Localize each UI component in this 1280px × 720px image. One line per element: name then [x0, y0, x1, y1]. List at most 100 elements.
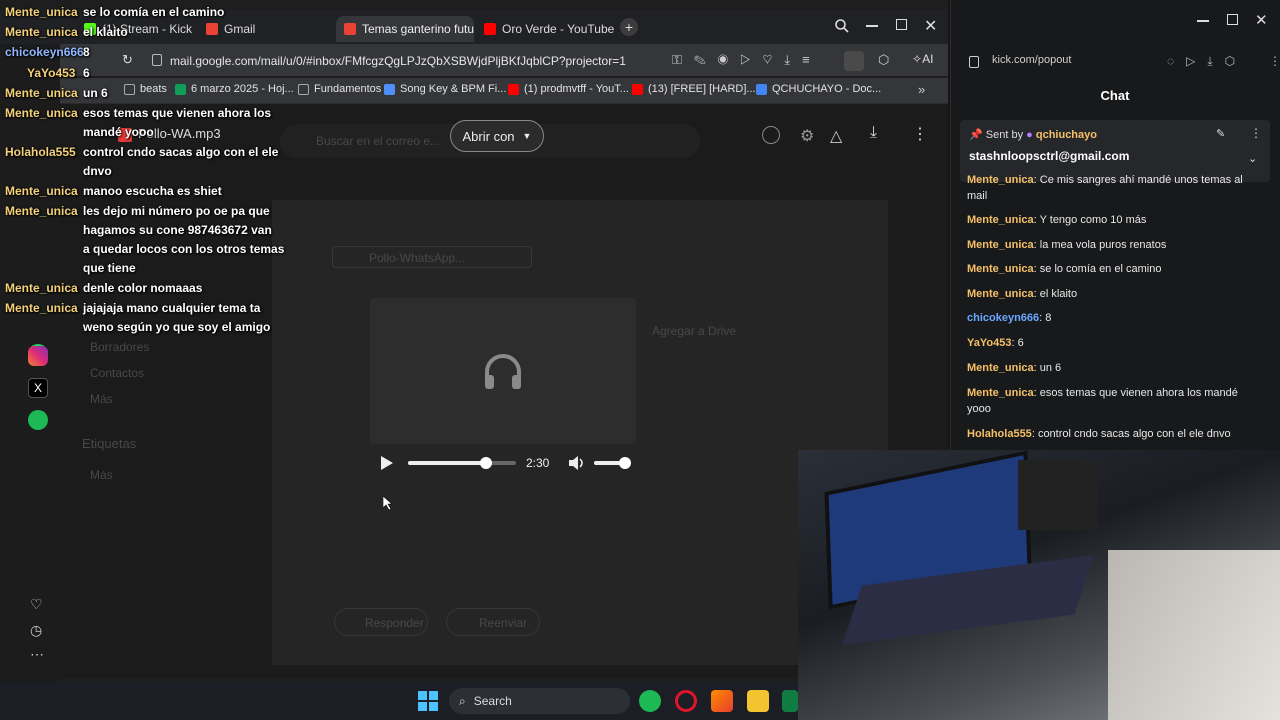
- more-bookmarks-icon[interactable]: »: [918, 82, 925, 97]
- open-with-label: Abrir con: [462, 128, 515, 144]
- bookmark-label: (1) prodmvtff - YouT...: [524, 83, 629, 95]
- bookmark-fundamentos[interactable]: Fundamentos: [298, 83, 381, 95]
- chat-message: chicokeyn666: 8: [967, 312, 1052, 324]
- heart-icon[interactable]: ♡: [30, 596, 43, 613]
- volume-icon[interactable]: [568, 455, 586, 471]
- spotify-icon[interactable]: [28, 410, 48, 430]
- add-to-drive-icon[interactable]: △: [830, 126, 842, 146]
- instagram-icon[interactable]: [28, 346, 48, 366]
- windows-start-icon[interactable]: [418, 691, 438, 711]
- overlay-text: que tiene: [83, 261, 136, 275]
- overlay-text: el klaito: [83, 25, 128, 39]
- mouse-cursor: [383, 496, 393, 510]
- overlay-user: Mente_unica: [5, 281, 78, 295]
- chat-user: Mente_unica: [967, 362, 1034, 374]
- more-icon[interactable]: ⋯: [30, 646, 44, 663]
- overlay-user: Mente_unica: [5, 184, 78, 198]
- kick-url[interactable]: kick.com/popout: [992, 54, 1071, 66]
- bookmark-songkey[interactable]: Song Key & BPM Fi...: [384, 83, 506, 95]
- play-icon[interactable]: [380, 455, 394, 471]
- overlay-message: Mente_unica: [5, 301, 78, 315]
- headphones-icon: [482, 350, 524, 392]
- chevron-down-icon[interactable]: ⌄: [1248, 152, 1257, 165]
- volume-slider[interactable]: [594, 457, 631, 469]
- chat-title: Chat: [1100, 88, 1130, 103]
- chat-text: Y tengo como 10 más: [1039, 214, 1147, 226]
- overlay-text: denle color nomaaas: [83, 281, 203, 295]
- pinned-header: 📌 Sent by ● qchiuchayo: [969, 128, 1097, 141]
- tab-youtube[interactable]: Oro Verde - YouTube: [476, 16, 614, 42]
- chat-message: Mente_unica: un 6: [967, 362, 1062, 374]
- bookmark-label: (13) [FREE] [HARD]...: [648, 83, 756, 95]
- open-with-button[interactable]: Abrir con ▼: [450, 120, 544, 152]
- bookmark-prodmvtff[interactable]: (1) prodmvtff - YouT...: [508, 83, 629, 95]
- search-tabs-icon[interactable]: [834, 18, 850, 34]
- opera-taskbar-icon[interactable]: [675, 690, 697, 712]
- docs-icon: [756, 83, 767, 95]
- overlay-text: hagamos su cone 987463672 van: [83, 223, 272, 237]
- taskbar-search[interactable]: ⌕ Search: [449, 688, 630, 714]
- volume-handle[interactable]: [618, 457, 631, 469]
- chat-text: Ce mis sangres ahí mandé unos temas al: [1039, 174, 1243, 186]
- chat-user: Mente_unica: [967, 174, 1034, 186]
- file-explorer-taskbar-icon[interactable]: [747, 690, 769, 712]
- chat-text: 6: [1017, 337, 1024, 349]
- history-icon[interactable]: ◷: [30, 622, 42, 639]
- tab-label: Oro Verde - YouTube: [502, 22, 614, 36]
- download-icon[interactable]: ⤓: [870, 124, 877, 142]
- chat-message: Mente_unica: Y tengo como 10 más: [967, 214, 1147, 226]
- minimize-icon[interactable]: [866, 25, 878, 27]
- overlay-user: YaYo453: [27, 66, 76, 80]
- x-icon[interactable]: X: [28, 378, 48, 398]
- spotify-taskbar-icon[interactable]: [639, 690, 661, 712]
- overlay-text: mandé yooo: [83, 125, 154, 139]
- dropdown-arrow-icon: ▼: [522, 131, 532, 141]
- fl-studio-taskbar-icon[interactable]: [711, 690, 733, 712]
- seek-fill: [408, 461, 486, 465]
- kick-toolbar-icons[interactable]: ◌▷⤓⬡: [1167, 54, 1247, 69]
- overlay-message: Mente_unica: [5, 106, 78, 120]
- overlay-text: manoo escucha es shiet: [83, 184, 222, 198]
- chat-text: el klaito: [1039, 288, 1078, 300]
- bookmark-qchuchayo[interactable]: QCHUCHAYO - Doc...: [756, 83, 881, 95]
- close-icon[interactable]: ✕: [1255, 11, 1268, 29]
- new-tab-icon[interactable]: +: [620, 18, 638, 36]
- overlay-text: jajajaja mano cualquier tema ta: [83, 301, 261, 315]
- overlay-user: Mente_unica: [5, 106, 78, 120]
- taskbar-search-label: Search: [473, 694, 512, 708]
- overlay-text: esos temas que vienen ahora los: [83, 106, 272, 120]
- webcam-feed: [798, 450, 1280, 720]
- excel-taskbar-icon[interactable]: [782, 690, 798, 712]
- ai-button[interactable]: ✧AI: [912, 52, 933, 66]
- seek-bar[interactable]: [408, 457, 516, 469]
- chat-text: control cndo sacas algo con el ele dnvo: [1037, 428, 1231, 440]
- chat-text: 8: [1045, 312, 1052, 324]
- tab-temas[interactable]: Temas ganterino futuros: [336, 16, 474, 42]
- more-options-icon[interactable]: ⋮: [912, 124, 928, 144]
- overlay-user: Mente_unica: [5, 204, 78, 218]
- overlay-text: weno según yo que soy el amigo: [83, 320, 271, 334]
- more-options-icon[interactable]: ⋮: [1269, 54, 1280, 68]
- pinned-text: stashnloopsctrl@gmail.com: [969, 149, 1130, 163]
- chat-user: chicokeyn666: [967, 312, 1040, 324]
- overlay-text: a quedar locos con los otros temas: [83, 242, 285, 256]
- maximize-icon[interactable]: [896, 19, 907, 30]
- help-icon[interactable]: [762, 126, 780, 144]
- minimize-icon[interactable]: [1197, 20, 1209, 22]
- toolbar-extension-icons[interactable]: ⚿✎◉▷♡⤓≡: [672, 52, 822, 68]
- extension-cube-icon[interactable]: ⬡: [878, 52, 889, 68]
- chat-text: yooo: [967, 403, 991, 415]
- pinned-more-icon[interactable]: ⋮: [1250, 126, 1262, 140]
- unpin-icon[interactable]: ✎: [1216, 127, 1225, 140]
- close-icon[interactable]: ✕: [924, 16, 937, 36]
- tab-label: Temas ganterino futuros: [362, 22, 474, 36]
- bookmark-free-hard[interactable]: (13) [FREE] [HARD]...: [632, 83, 756, 95]
- maximize-icon[interactable]: [1227, 14, 1238, 25]
- profile-icon[interactable]: [844, 51, 864, 71]
- seek-handle[interactable]: [479, 457, 492, 469]
- settings-icon[interactable]: ⚙: [800, 126, 814, 146]
- overlay-message: Mente_unica: [5, 86, 78, 100]
- pinned-user: qchiuchayo: [1035, 129, 1097, 141]
- speaker-shape: [1018, 460, 1098, 530]
- overlay-text: 6: [83, 66, 90, 80]
